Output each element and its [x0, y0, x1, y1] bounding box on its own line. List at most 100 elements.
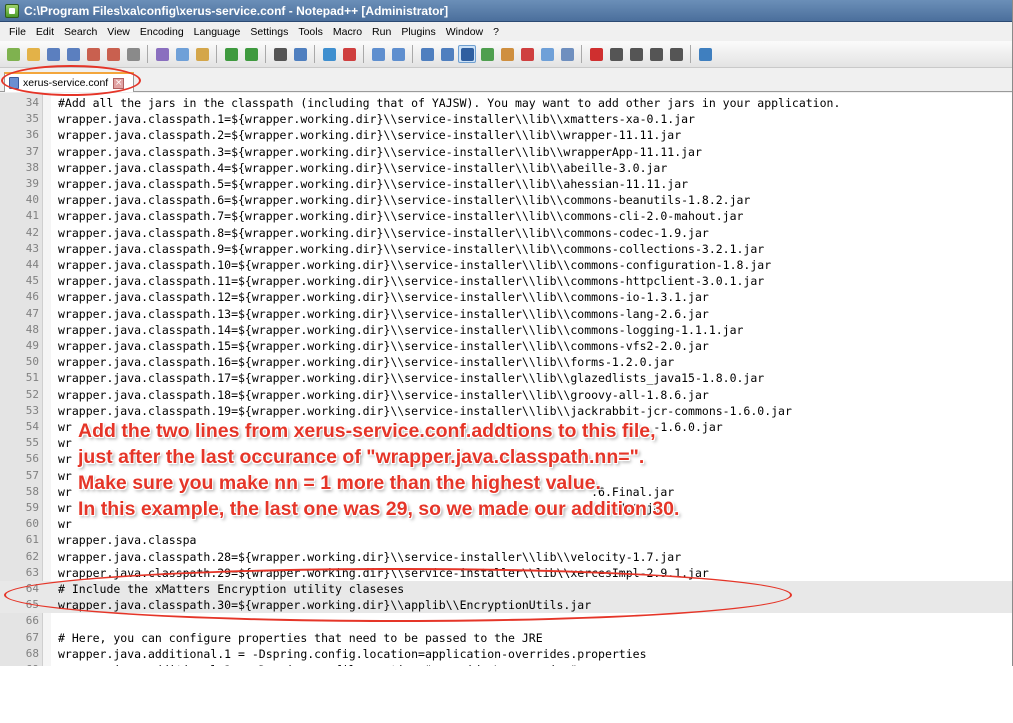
code-line[interactable]: 37 wrapper.java.classpath.3=${wrapper.wor… [0, 144, 1012, 160]
tab-xerus-service-conf[interactable]: xerus-service.conf × [4, 72, 134, 92]
zoom-in-button[interactable] [320, 45, 338, 63]
code-line[interactable]: 64 # Include the xMatters Encryption util… [0, 581, 1012, 598]
save-icon [46, 47, 60, 61]
stop-macro-button[interactable] [607, 45, 625, 63]
title-bar[interactable]: C:\Program Files\xa\config\xerus-service… [0, 0, 1012, 22]
line-number: 65 [25, 598, 39, 612]
save-all-button[interactable] [64, 45, 82, 63]
find-button[interactable] [271, 45, 289, 63]
menu-run[interactable]: Run [367, 26, 396, 38]
paste-button[interactable] [193, 45, 211, 63]
line-number: 59 [25, 501, 39, 514]
menu-encoding[interactable]: Encoding [135, 26, 189, 38]
code-line[interactable]: 47 wrapper.java.classpath.13=${wrapper.wo… [0, 306, 1012, 322]
sync-horizontal-icon [391, 47, 405, 61]
folder-workspace-button[interactable] [518, 45, 536, 63]
line-number: 41 [25, 209, 39, 223]
menu-view[interactable]: View [102, 26, 135, 38]
open-file-icon [26, 47, 40, 61]
code-line[interactable]: 45 wrapper.java.classpath.11=${wrapper.wo… [0, 273, 1012, 289]
sync-vertical-button[interactable] [369, 45, 387, 63]
line-number: 45 [25, 274, 39, 288]
toolbar-separator [147, 45, 148, 63]
redo-icon [244, 47, 258, 61]
line-number: 57 [25, 468, 39, 482]
folder-workspace-icon [520, 47, 534, 61]
line-text: wrapper.java.classpath.4=${wrapper.worki… [58, 160, 668, 175]
doc-map-button[interactable] [478, 45, 496, 63]
function-list-button[interactable] [498, 45, 516, 63]
menu-plugins[interactable]: Plugins [396, 26, 440, 38]
code-line[interactable]: 49 wrapper.java.classpath.15=${wrapper.wo… [0, 338, 1012, 354]
eye-button[interactable] [558, 45, 576, 63]
show-all-chars-button[interactable] [438, 45, 456, 63]
code-line[interactable]: 36 wrapper.java.classpath.2=${wrapper.wor… [0, 127, 1012, 143]
print-button[interactable] [124, 45, 142, 63]
close-all-button[interactable] [104, 45, 122, 63]
code-line[interactable]: 52 wrapper.java.classpath.18=${wrapper.wo… [0, 387, 1012, 403]
code-line[interactable]: 42 wrapper.java.classpath.8=${wrapper.wor… [0, 225, 1012, 241]
code-line[interactable]: 39 wrapper.java.classpath.5=${wrapper.wor… [0, 176, 1012, 192]
line-number: 69 [0, 662, 39, 666]
menu-macro[interactable]: Macro [328, 26, 367, 38]
play-macro-button[interactable] [627, 45, 645, 63]
code-line[interactable]: 69 wrapper.java.additional.2 = -Dspring.p… [0, 662, 1012, 666]
menu-file[interactable]: File [4, 26, 31, 38]
spell-check-button[interactable] [696, 45, 714, 63]
code-line[interactable]: 67 # Here, you can configure properties t… [0, 630, 1012, 646]
code-line[interactable]: 43 wrapper.java.classpath.9=${wrapper.wor… [0, 241, 1012, 257]
line-text: wrapper.java.classpath.30=${wrapper.work… [58, 598, 592, 613]
menu-tools[interactable]: Tools [293, 26, 328, 38]
instruction-annotation: Add the two lines from xerus-service.con… [78, 418, 838, 522]
line-number: 55 [25, 436, 39, 450]
record-macro-button[interactable] [587, 45, 605, 63]
line-text: wrapper.java.classpath.2=${wrapper.worki… [58, 128, 682, 143]
code-line[interactable]: 46 wrapper.java.classpath.12=${wrapper.wo… [0, 289, 1012, 305]
undo-button[interactable] [222, 45, 240, 63]
code-line[interactable]: 35 wrapper.java.classpath.1=${wrapper.wor… [0, 111, 1012, 127]
line-number: 38 [25, 160, 39, 174]
copy-button[interactable] [173, 45, 191, 63]
menu-help[interactable]: ? [488, 26, 504, 38]
code-line[interactable]: 51 wrapper.java.classpath.17=${wrapper.wo… [0, 370, 1012, 386]
sync-horizontal-button[interactable] [389, 45, 407, 63]
editor-area[interactable]: 34 #Add all the jars in the classpath (in… [0, 93, 1012, 666]
close-button[interactable] [84, 45, 102, 63]
run-macro-multiple-button[interactable] [647, 45, 665, 63]
menu-language[interactable]: Language [189, 26, 246, 38]
code-line[interactable]: 66 [0, 613, 1012, 629]
code-line[interactable]: 62 wrapper.java.classpath.28=${wrapper.wo… [0, 549, 1012, 565]
menu-settings[interactable]: Settings [245, 26, 293, 38]
code-line[interactable]: 41 wrapper.java.classpath.7=${wrapper.wor… [0, 208, 1012, 224]
open-file-button[interactable] [24, 45, 42, 63]
code-line[interactable]: 63 wrapper.java.classpath.29=${wrapper.wo… [0, 565, 1012, 581]
code-line[interactable]: 40 wrapper.java.classpath.6=${wrapper.wor… [0, 192, 1012, 208]
redo-button[interactable] [242, 45, 260, 63]
code-line[interactable]: 61 wrapper.java.classpa [0, 532, 1012, 548]
menu-search[interactable]: Search [59, 26, 102, 38]
code-line[interactable]: 65 wrapper.java.classpath.30=${wrapper.wo… [0, 597, 1012, 614]
monitor-button[interactable] [538, 45, 556, 63]
indent-guide-button[interactable] [458, 45, 476, 63]
code-line[interactable]: 34 #Add all the jars in the classpath (in… [0, 95, 1012, 111]
line-text: wrapper.java.classpath.12=${wrapper.work… [58, 290, 709, 305]
save-button[interactable] [44, 45, 62, 63]
code-line[interactable]: 50 wrapper.java.classpath.16=${wrapper.wo… [0, 354, 1012, 370]
word-wrap-button[interactable] [418, 45, 436, 63]
code-line[interactable]: 38 wrapper.java.classpath.4=${wrapper.wor… [0, 160, 1012, 176]
code-line[interactable]: 68 wrapper.java.additional.1 = -Dspring.c… [0, 646, 1012, 662]
code-line[interactable]: 44 wrapper.java.classpath.10=${wrapper.wo… [0, 257, 1012, 273]
code-line[interactable]: 48 wrapper.java.classpath.14=${wrapper.wo… [0, 322, 1012, 338]
save-macro-button[interactable] [667, 45, 685, 63]
new-file-button[interactable] [4, 45, 22, 63]
cut-button[interactable] [153, 45, 171, 63]
line-number: 62 [25, 549, 39, 563]
code-line[interactable]: 53 wrapper.java.classpath.19=${wrapper.wo… [0, 403, 1012, 419]
zoom-out-button[interactable] [340, 45, 358, 63]
close-tab-icon[interactable]: × [113, 77, 125, 89]
line-number: 35 [25, 112, 39, 126]
line-text: wrapper.java.classpath.16=${wrapper.work… [58, 355, 675, 370]
replace-button[interactable] [291, 45, 309, 63]
menu-edit[interactable]: Edit [31, 26, 59, 38]
menu-window[interactable]: Window [441, 26, 488, 38]
